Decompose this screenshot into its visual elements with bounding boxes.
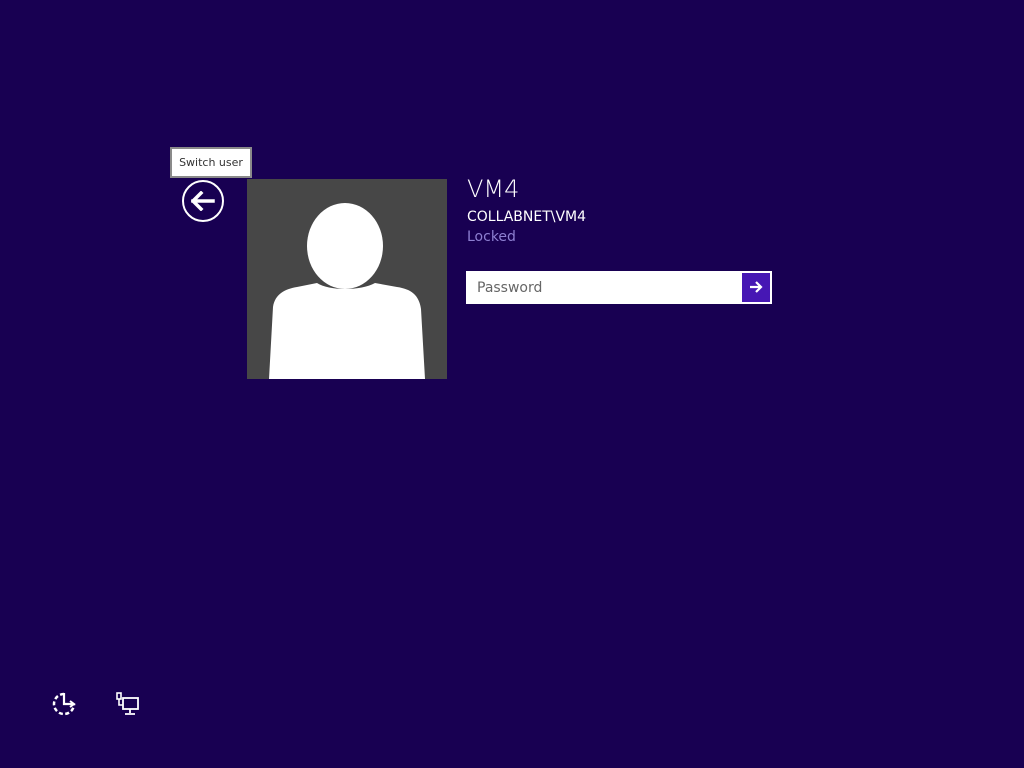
lock-screen: Switch user VM4 COLLABNET\VM4 Locked bbox=[0, 0, 1024, 768]
user-silhouette-icon bbox=[269, 203, 425, 379]
network-icon bbox=[115, 692, 141, 720]
user-avatar bbox=[247, 179, 447, 379]
network-button[interactable] bbox=[114, 692, 142, 720]
user-status: Locked bbox=[467, 229, 516, 245]
submit-button[interactable] bbox=[742, 273, 770, 302]
ease-of-access-icon bbox=[51, 691, 77, 721]
switch-user-button[interactable] bbox=[182, 180, 224, 222]
ease-of-access-button[interactable] bbox=[50, 692, 78, 720]
user-name: VM4 bbox=[467, 175, 520, 203]
arrow-right-icon bbox=[749, 278, 763, 297]
switch-user-tooltip: Switch user bbox=[170, 147, 252, 178]
password-box bbox=[466, 271, 772, 304]
arrow-left-icon bbox=[191, 191, 215, 211]
password-input[interactable] bbox=[468, 273, 742, 302]
user-domain: COLLABNET\VM4 bbox=[467, 209, 587, 225]
